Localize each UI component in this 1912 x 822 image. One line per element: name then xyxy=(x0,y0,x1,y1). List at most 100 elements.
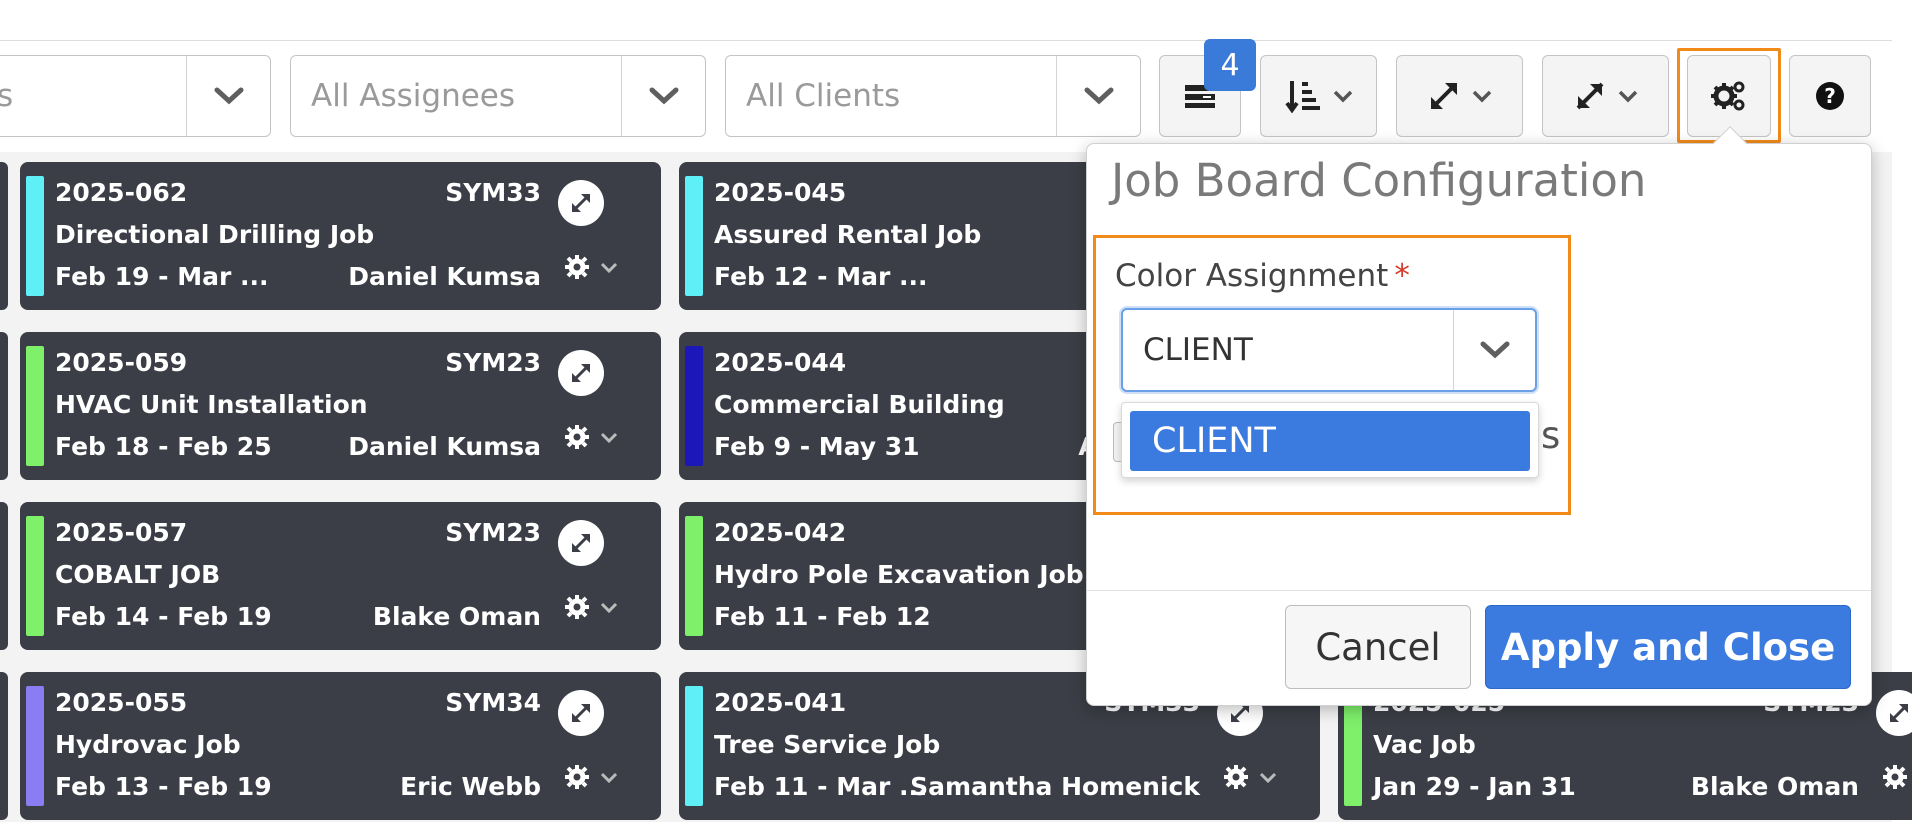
card-settings-menu[interactable] xyxy=(564,594,618,620)
chevron-down-icon xyxy=(600,262,618,273)
expand-card-icon[interactable] xyxy=(558,520,604,566)
job-code: SYM23 xyxy=(445,348,541,377)
job-name: Assured Rental Job xyxy=(714,220,982,249)
sort-button[interactable] xyxy=(1260,55,1377,137)
expand-card-icon[interactable] xyxy=(558,180,604,226)
assignees-filter-value: All Assignees xyxy=(311,78,516,114)
collapse-all-button[interactable] xyxy=(1542,55,1669,137)
help-button[interactable]: ? xyxy=(1789,55,1871,137)
expand-all-button[interactable] xyxy=(1396,55,1523,137)
job-name: Vac Job xyxy=(1373,730,1476,759)
job-assignee: Daniel Kumsa xyxy=(348,432,541,461)
job-board-configuration-dialog: Job Board Configuration roups Color Assi… xyxy=(1086,126,1872,706)
job-name: HVAC Unit Installation xyxy=(55,390,368,419)
color-assignment-label: Color Assignment * xyxy=(1115,258,1410,294)
expand-card-icon[interactable] xyxy=(1876,690,1912,736)
job-code: SYM33 xyxy=(445,178,541,207)
job-number: 2025-042 xyxy=(714,518,847,547)
chevron-down-icon[interactable] xyxy=(622,56,706,136)
gear-icon xyxy=(565,255,589,279)
job-card[interactable]: 2025-055 SYM34 Hydrovac Job Feb 13 - Feb 19… xyxy=(20,672,661,820)
job-dates: Feb 18 - Feb 25 xyxy=(55,432,272,461)
job-number: 2025-062 xyxy=(55,178,188,207)
chevron-down-icon xyxy=(600,432,618,443)
help-icon: ? xyxy=(1816,82,1844,110)
sort-icon xyxy=(1284,81,1320,113)
assignees-filter-select[interactable]: All Assignees xyxy=(290,55,706,137)
job-number: 2025-059 xyxy=(55,348,188,377)
job-assignee: Samantha Homenick xyxy=(910,772,1200,801)
job-color-stripe xyxy=(26,346,44,466)
chevron-down-icon xyxy=(600,772,618,783)
job-name: Hydrovac Job xyxy=(55,730,241,759)
cancel-button[interactable]: Cancel xyxy=(1285,605,1471,689)
job-assignee: Blake Oman xyxy=(372,602,541,631)
job-assignee: Eric Webb xyxy=(400,772,541,801)
dialog-title: Job Board Configuration xyxy=(1111,154,1647,207)
job-name: Tree Service Job xyxy=(714,730,941,759)
chevron-down-icon xyxy=(600,602,618,613)
expand-card-icon[interactable] xyxy=(558,350,604,396)
card-settings-menu[interactable] xyxy=(564,764,618,790)
job-dates: Feb 12 - Mar ... xyxy=(714,262,928,291)
collapse-icon xyxy=(1576,82,1603,110)
job-assignee: Daniel Kumsa xyxy=(348,262,541,291)
job-color-stripe xyxy=(26,176,44,296)
job-number: 2025-044 xyxy=(714,348,847,377)
chevron-down-icon[interactable] xyxy=(187,56,271,136)
color-assignment-select[interactable]: CLIENT xyxy=(1121,308,1537,392)
job-name: Directional Drilling Job xyxy=(55,220,375,249)
gear-icon xyxy=(1224,765,1248,789)
card-settings-menu[interactable] xyxy=(564,424,618,450)
status-filter-select[interactable]: s xyxy=(0,55,271,137)
expand-card-icon[interactable] xyxy=(558,690,604,736)
card-edge xyxy=(0,502,8,650)
job-card[interactable]: 2025-057 SYM23 COBALT JOB Feb 14 - Feb 19 Bl… xyxy=(20,502,661,650)
job-dates: Jan 29 - Jan 31 xyxy=(1373,772,1576,801)
chevron-down-icon xyxy=(1472,90,1491,103)
chevron-down-icon xyxy=(1333,90,1352,103)
job-dates: Feb 11 - Feb 12 xyxy=(714,602,931,631)
job-dates: Feb 11 - Mar ... xyxy=(714,772,928,801)
color-assignment-dropdown: CLIENT xyxy=(1121,402,1539,478)
job-number: 2025-055 xyxy=(55,688,188,717)
card-settings-menu[interactable] xyxy=(564,254,618,280)
apply-and-close-button[interactable]: Apply and Close xyxy=(1485,605,1851,689)
job-code: SYM23 xyxy=(445,518,541,547)
job-dates: Feb 9 - May 31 xyxy=(714,432,920,461)
job-name: COBALT JOB xyxy=(55,560,221,589)
chevron-down-icon xyxy=(1259,772,1277,783)
clients-filter-select[interactable]: All Clients xyxy=(725,55,1141,137)
color-assignment-value: CLIENT xyxy=(1143,332,1253,368)
groups-count-badge: 4 xyxy=(1204,39,1256,91)
required-mark: * xyxy=(1394,258,1410,294)
chevron-down-icon[interactable] xyxy=(1057,56,1141,136)
job-dates: Feb 19 - Mar ... xyxy=(55,262,269,291)
chevron-down-icon[interactable] xyxy=(1454,310,1535,390)
chevron-down-icon xyxy=(1618,90,1637,103)
card-edge xyxy=(0,332,8,480)
card-settings-menu[interactable] xyxy=(1223,764,1277,790)
job-card[interactable]: 2025-062 SYM33 Directional Drilling Job Feb… xyxy=(20,162,661,310)
card-settings-menu[interactable] xyxy=(1882,764,1912,790)
job-name: Hydro Pole Excavation Job xyxy=(714,560,1084,589)
job-assignee: Blake Oman xyxy=(1690,772,1859,801)
job-color-stripe xyxy=(685,176,703,296)
job-dates: Feb 13 - Feb 19 xyxy=(55,772,272,801)
job-number: 2025-045 xyxy=(714,178,847,207)
gear-icon xyxy=(1883,765,1907,789)
svg-text:?: ? xyxy=(1824,84,1836,108)
job-code: SYM34 xyxy=(445,688,541,717)
card-edge xyxy=(0,672,8,820)
status-filter-value: s xyxy=(0,78,14,114)
dropdown-option-client[interactable]: CLIENT xyxy=(1130,411,1530,471)
clients-filter-value: All Clients xyxy=(746,78,901,114)
job-color-stripe xyxy=(685,516,703,636)
job-number: 2025-057 xyxy=(55,518,188,547)
gear-icon xyxy=(565,765,589,789)
gear-icon xyxy=(565,425,589,449)
job-name: Commercial Building xyxy=(714,390,1005,419)
job-color-stripe xyxy=(26,516,44,636)
job-card[interactable]: 2025-059 SYM23 HVAC Unit Installation Feb 1… xyxy=(20,332,661,480)
job-color-stripe xyxy=(685,686,703,806)
